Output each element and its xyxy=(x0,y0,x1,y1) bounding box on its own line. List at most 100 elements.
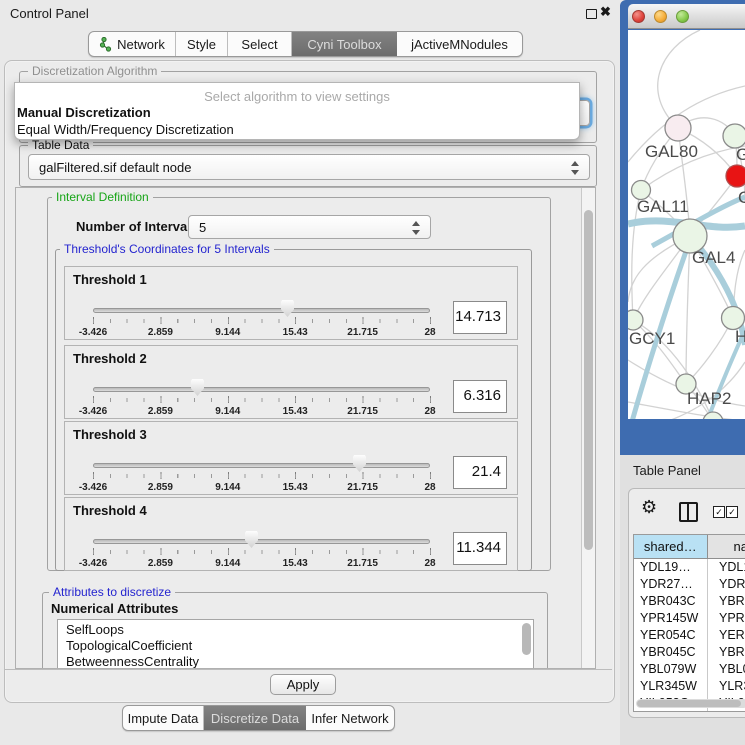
table-panel-region: Table Panel ⚙ ✓ ✓ shared… name YDL19…YDL… xyxy=(620,455,745,745)
close-traffic-light-icon[interactable] xyxy=(632,10,645,23)
cell: YDL1 xyxy=(708,559,745,576)
table-row[interactable]: YER054CYER0 xyxy=(634,627,745,644)
table-data-combobox[interactable]: galFiltered.sif default node xyxy=(28,154,590,180)
slider-scale: -3.426 2.859 9.144 15.43 21.715 28 xyxy=(93,406,430,418)
network-canvas[interactable]: GAL80 GA C GAL11 GAL4 GCY1 H HAP2 xyxy=(628,30,745,419)
threshold-1-slider[interactable] xyxy=(93,308,430,313)
cyni-toolbox-panel: Discretization Algorithm Table Data galF… xyxy=(4,60,615,703)
combo-arrows-icon xyxy=(571,160,580,176)
slider-ticks xyxy=(93,474,431,478)
settings-scrollbar[interactable] xyxy=(581,188,595,668)
checkbox-icon[interactable]: ✓ xyxy=(726,506,738,518)
gear-icon[interactable]: ⚙ xyxy=(641,497,657,518)
network-window-titlebar[interactable] xyxy=(628,4,745,29)
threshold-2-value-field[interactable]: 6.316 xyxy=(453,380,507,413)
tab-discretize-data-label: Discretize Data xyxy=(211,711,299,726)
table-row[interactable]: YPR145WYPR1 xyxy=(634,610,745,627)
threshold-2-label: Threshold 2 xyxy=(73,351,147,366)
attributes-group-label: Attributes to discretize xyxy=(49,585,175,599)
node-bottom[interactable] xyxy=(703,412,723,419)
column-header-shared-name[interactable]: shared… xyxy=(634,535,708,558)
tab-impute-data[interactable]: Impute Data xyxy=(123,706,204,730)
network-graph: GAL80 GA C GAL11 GAL4 GCY1 H HAP2 xyxy=(628,30,745,419)
popup-item-equal-width-frequency[interactable]: Equal Width/Frequency Discretization xyxy=(15,122,579,139)
scale-tick-label: 9.144 xyxy=(215,327,240,338)
table-row[interactable]: YLR345WYLR3 xyxy=(634,678,745,695)
node-red-selected[interactable] xyxy=(726,165,745,187)
interval-definition-group: Interval Definition Number of Intervals … xyxy=(47,197,551,571)
threshold-3-slider[interactable] xyxy=(93,463,430,468)
control-panel-title: Control Panel xyxy=(10,6,89,21)
split-columns-icon[interactable] xyxy=(679,502,698,522)
threshold-4-slider[interactable] xyxy=(93,539,430,544)
node-table: shared… name YDL19…YDL1 YDR27…YDR2 YBR04… xyxy=(633,534,745,712)
list-item[interactable]: BetweennessCentrality xyxy=(58,654,533,669)
close-icon[interactable]: ✖ xyxy=(600,4,611,20)
scale-tick-label: 2.859 xyxy=(148,482,173,493)
cell: YBR043C xyxy=(634,593,708,610)
list-scrollbar[interactable] xyxy=(522,623,531,655)
scale-tick-label: -3.426 xyxy=(79,482,107,493)
table-panel-title: Table Panel xyxy=(633,463,701,478)
list-item[interactable]: SelfLoops xyxy=(58,622,533,638)
node-label: GAL4 xyxy=(692,248,735,267)
tab-style[interactable]: Style xyxy=(176,32,228,56)
popup-item-manual-discretization[interactable]: Manual Discretization xyxy=(15,105,579,122)
thresholds-group-label: Threshold's Coordinates for 5 Intervals xyxy=(60,242,274,256)
threshold-4-value-field[interactable]: 11.344 xyxy=(453,532,507,565)
node-gal80[interactable] xyxy=(665,115,691,141)
zoom-traffic-light-icon[interactable] xyxy=(676,10,689,23)
list-item[interactable]: TopologicalCoefficient xyxy=(58,638,533,654)
number-of-intervals-spinner[interactable]: 5 xyxy=(188,215,431,239)
checkbox-icon[interactable]: ✓ xyxy=(713,506,725,518)
scale-tick-label: 2.859 xyxy=(148,558,173,569)
scale-tick-label: 9.144 xyxy=(215,406,240,417)
tab-select-label: Select xyxy=(241,37,277,52)
table-row[interactable]: YBL079WYBL0 xyxy=(634,661,745,678)
scale-tick-label: -3.426 xyxy=(79,558,107,569)
table-row[interactable]: YBR045CYBR0 xyxy=(634,644,745,661)
scale-tick-label: 15.43 xyxy=(283,327,308,338)
column-header-name[interactable]: name xyxy=(708,535,745,558)
number-of-intervals-label: Number of Intervals xyxy=(76,219,198,234)
threshold-2-slider[interactable] xyxy=(93,387,430,392)
scale-tick-label: 9.144 xyxy=(215,482,240,493)
control-panel-tabbar: Network Style Select Cyni Toolbox jActiv… xyxy=(88,31,523,57)
slider-scale: -3.426 2.859 9.144 15.43 21.715 28 xyxy=(93,327,430,339)
table-row[interactable]: YDR27…YDR2 xyxy=(634,576,745,593)
tab-jactivemnodules[interactable]: jActiveMNodules xyxy=(397,32,522,56)
cell: YPR1 xyxy=(708,610,745,627)
tab-cyni-toolbox[interactable]: Cyni Toolbox xyxy=(292,32,397,56)
popup-prompt: Select algorithm to view settings xyxy=(15,83,579,105)
table-horizontal-scrollbar[interactable] xyxy=(636,699,745,708)
settings-scrollbar-thumb[interactable] xyxy=(584,210,593,550)
scale-tick-label: 15.43 xyxy=(283,406,308,417)
threshold-4-slider-thumb[interactable] xyxy=(245,531,258,548)
threshold-3-slider-thumb[interactable] xyxy=(353,455,366,472)
table-horizontal-scrollbar-thumb[interactable] xyxy=(637,700,741,707)
table-row[interactable]: YDL19…YDL1 xyxy=(634,559,745,576)
scale-tick-label: 2.859 xyxy=(148,327,173,338)
threshold-3-value-field[interactable]: 21.4 xyxy=(453,456,507,489)
threshold-2-slider-thumb[interactable] xyxy=(191,379,204,396)
table-header-row: shared… name xyxy=(634,535,745,559)
node-label: GAL80 xyxy=(645,142,698,161)
float-window-icon[interactable] xyxy=(586,9,597,19)
tab-jactivemnodules-label: jActiveMNodules xyxy=(411,37,508,52)
tab-select[interactable]: Select xyxy=(228,32,292,56)
tab-network[interactable]: Network xyxy=(89,32,176,56)
threshold-1-slider-thumb[interactable] xyxy=(281,300,294,317)
node-gcy1[interactable] xyxy=(628,310,643,330)
threshold-4-label: Threshold 4 xyxy=(73,503,147,518)
number-of-intervals-value: 5 xyxy=(199,220,206,235)
threshold-1-value-field[interactable]: 14.713 xyxy=(453,301,507,334)
cell: YBL079W xyxy=(634,661,708,678)
table-row[interactable]: YBR043CYBR0 xyxy=(634,593,745,610)
apply-button[interactable]: Apply xyxy=(270,674,336,695)
node-label: GCY1 xyxy=(629,329,675,348)
settings-viewport: Interval Definition Number of Intervals … xyxy=(15,187,596,669)
tab-discretize-data[interactable]: Discretize Data xyxy=(204,706,306,730)
numerical-attributes-label: Numerical Attributes xyxy=(51,601,178,616)
minimize-traffic-light-icon[interactable] xyxy=(654,10,667,23)
tab-infer-network[interactable]: Infer Network xyxy=(306,706,394,730)
